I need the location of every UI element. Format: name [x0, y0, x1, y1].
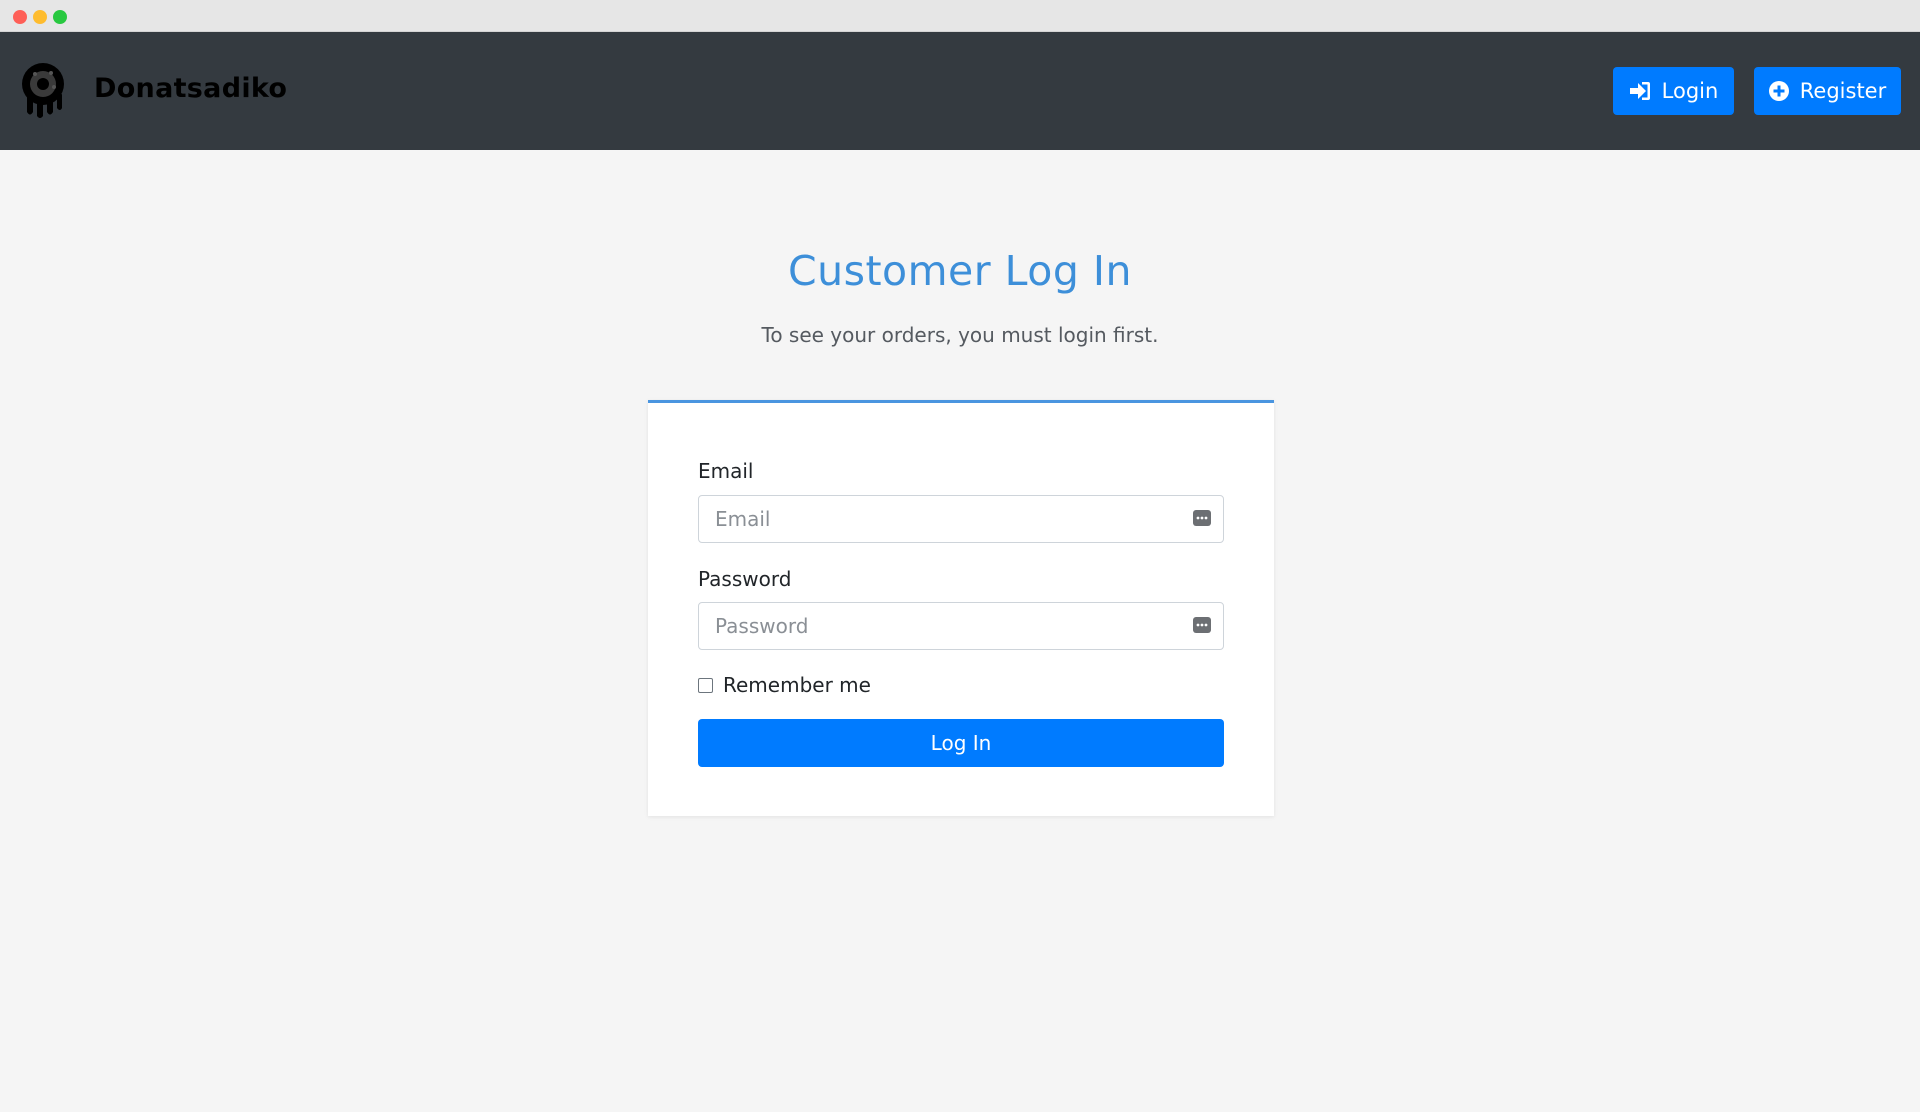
window-titlebar — [0, 0, 1920, 32]
window-close-button[interactable] — [13, 10, 27, 24]
password-manager-key-icon[interactable] — [1193, 510, 1211, 526]
remember-me-row: Remember me — [698, 673, 871, 697]
plus-circle-icon — [1768, 81, 1789, 101]
password-field[interactable] — [699, 603, 1223, 649]
navbar: Donatsadiko Login Register — [0, 32, 1920, 150]
page-title: Customer Log In — [787, 247, 1133, 295]
login-button[interactable]: Login — [1613, 67, 1734, 115]
register-button-label: Register — [1799, 79, 1887, 103]
email-field[interactable] — [699, 496, 1223, 542]
window-minimize-button[interactable] — [33, 10, 47, 24]
email-label: Email — [698, 459, 754, 483]
password-manager-key-icon[interactable] — [1193, 617, 1211, 633]
sign-in-icon — [1629, 81, 1651, 101]
log-in-button[interactable]: Log In — [698, 719, 1224, 767]
page-subtitle: To see your orders, you must login first… — [761, 323, 1159, 347]
remember-me-label[interactable]: Remember me — [723, 673, 871, 697]
remember-me-checkbox[interactable] — [698, 677, 713, 693]
email-field-wrapper — [698, 495, 1224, 543]
register-button[interactable]: Register — [1754, 67, 1901, 115]
password-label: Password — [698, 567, 792, 591]
window-zoom-button[interactable] — [53, 10, 67, 24]
login-button-label: Login — [1661, 79, 1719, 103]
password-field-wrapper — [698, 602, 1224, 650]
login-card: Email Password Remember me Log In — [648, 400, 1274, 816]
brand-name[interactable]: Donatsadiko — [94, 73, 287, 104]
donut-logo-icon[interactable] — [18, 60, 68, 120]
